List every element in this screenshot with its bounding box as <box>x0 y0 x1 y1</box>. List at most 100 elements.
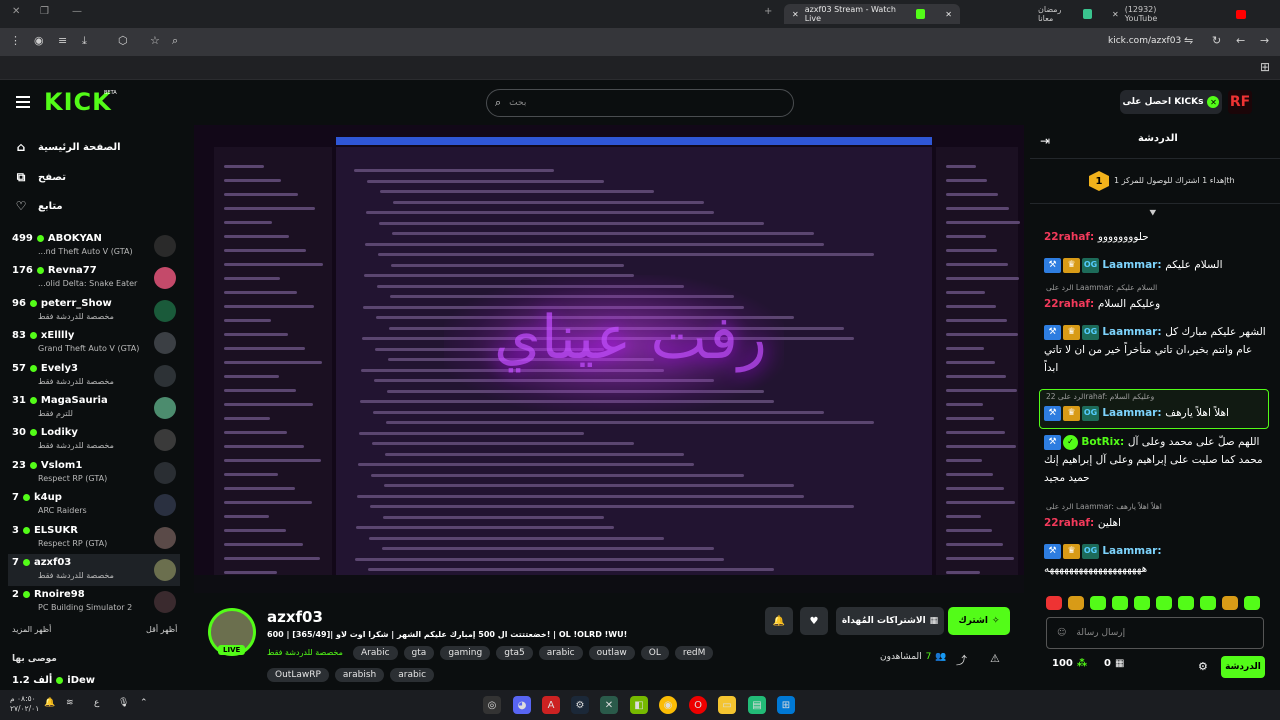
kick-logo[interactable]: KICK <box>44 88 112 116</box>
emote-icon[interactable] <box>1134 596 1150 610</box>
extensions-icon[interactable]: ⬡ <box>118 34 128 47</box>
chat-message-input[interactable]: ☺ إرسال رسالة <box>1046 617 1264 649</box>
stream-tag[interactable]: outlaw <box>588 646 635 660</box>
stream-tag[interactable]: redM <box>674 646 714 660</box>
apps-grid-icon[interactable]: ⊞ <box>1260 60 1270 74</box>
emote-icon[interactable] <box>1046 596 1062 610</box>
recommended-channel[interactable]: 1.2 ألف iDew <box>12 675 95 686</box>
stream-category[interactable]: مخصصة للدردشة فقط <box>267 648 343 657</box>
emote-icon[interactable] <box>1112 596 1128 610</box>
tab-kick[interactable]: ✕ azxf03 Stream - Watch Live ✕ <box>784 4 960 24</box>
nav-browse[interactable]: ⧉ تصفح <box>14 170 66 185</box>
collapse-chat-icon[interactable]: ⇥ <box>1040 134 1050 148</box>
new-tab-icon[interactable]: + <box>764 6 772 17</box>
wifi-icon[interactable]: ≋ <box>66 698 74 708</box>
sidebar-channel[interactable]: 23 Vslom1 Respect RP (GTA) <box>8 457 180 489</box>
tray-overflow-icon[interactable]: ⌃ <box>140 698 148 708</box>
sidebar-channel[interactable]: 3 ELSUKR Respect RP (GTA) <box>8 522 180 554</box>
share-icon[interactable]: ⤴ <box>956 652 967 668</box>
mic-icon[interactable]: 🎙 <box>118 698 129 708</box>
sidebar-channel[interactable]: 57 Evely3 مخصصة للدردشة فقط <box>8 360 180 392</box>
sidebar-channel[interactable]: 499 ABOKYAN ...nd Theft Auto V (GTA) <box>8 230 180 262</box>
tab-youtube[interactable]: ✕ (12932) YouTube <box>1104 4 1254 24</box>
stream-tag[interactable]: arabic <box>390 668 435 682</box>
app-icon[interactable]: ▤ <box>748 696 766 714</box>
chrome-icon[interactable]: ◉ <box>659 696 677 714</box>
sidebar-channel[interactable]: 83 xElllly Grand Theft Auto V (GTA) <box>8 327 180 359</box>
gift-subs-button[interactable]: الاشتراكات المُهداة ▦ <box>836 607 944 635</box>
zoom-icon[interactable]: ⌕ <box>172 34 178 48</box>
app-icon[interactable]: ✕ <box>600 696 618 714</box>
emote-icon[interactable] <box>1156 596 1172 610</box>
chat-send-button[interactable]: الدردشة <box>1221 656 1265 678</box>
subscribe-button[interactable]: اشترك ✧ <box>948 607 1010 635</box>
emote-icon[interactable] <box>1178 596 1194 610</box>
nvidia-icon[interactable]: ◧ <box>630 696 648 714</box>
reading-list-icon[interactable]: ≡ <box>58 34 67 47</box>
site-settings-icon[interactable]: ⇋ <box>1184 34 1193 47</box>
restore-window-icon[interactable]: ❐ <box>40 6 49 17</box>
reload-icon[interactable]: ↻ <box>1212 34 1221 47</box>
emote-icon[interactable] <box>1068 596 1084 610</box>
stream-tag[interactable]: arabic <box>538 646 583 660</box>
pinned-toggle-icon[interactable]: ⯆ <box>1148 206 1158 221</box>
app-icon[interactable]: ◎ <box>483 696 501 714</box>
discord-icon[interactable]: ◕ <box>513 696 531 714</box>
notification-icon[interactable]: 🔔 <box>44 698 55 708</box>
tab-ramadan[interactable]: رمضان معانا <box>1030 4 1100 24</box>
emote-icon[interactable] <box>1222 596 1238 610</box>
bookmark-star-icon[interactable]: ☆ <box>150 34 160 47</box>
stream-tag[interactable]: arabish <box>334 668 385 682</box>
emote-icon[interactable] <box>1200 596 1216 610</box>
app-icon[interactable]: A <box>542 696 560 714</box>
gift-count[interactable]: 0 ▦ <box>1104 658 1124 669</box>
windows-start-icon[interactable]: ⊞ <box>777 696 795 714</box>
sidebar-channel[interactable]: 7 azxf03 مخصصة للدردشة فقط <box>8 554 180 586</box>
stream-tag[interactable]: gaming <box>440 646 491 660</box>
hamburger-menu-icon[interactable] <box>16 96 30 108</box>
show-more-link[interactable]: أظهر المزيد <box>12 625 51 634</box>
language-indicator[interactable]: ع <box>94 698 99 708</box>
channel-points[interactable]: 100 ⁂ <box>1052 658 1087 669</box>
emoji-picker-icon[interactable]: ☺ <box>1057 628 1066 638</box>
opera-icon[interactable]: O <box>689 696 707 714</box>
download-icon[interactable]: ⤓ <box>82 34 87 48</box>
get-kicks-button[interactable]: احصل على KICKs ✕ <box>1120 90 1222 114</box>
search-input[interactable]: ⌕ بحث <box>486 89 794 117</box>
menu-dots-icon[interactable]: ⋮ <box>10 34 21 47</box>
stream-tag[interactable]: gta <box>403 646 435 660</box>
stream-tag[interactable]: gta5 <box>496 646 533 660</box>
emote-icon[interactable] <box>1090 596 1106 610</box>
url-text[interactable]: kick.com/azxf03 <box>1108 36 1181 46</box>
steam-icon[interactable]: ⚙ <box>571 696 589 714</box>
close-tab-icon[interactable]: ✕ <box>1112 10 1119 19</box>
follow-button[interactable]: ♥ <box>800 607 828 635</box>
back-icon[interactable]: ← <box>1236 34 1245 47</box>
close-tab-icon[interactable]: ✕ <box>945 10 952 19</box>
close-tab-icon[interactable]: ✕ <box>792 10 799 19</box>
sidebar-channel[interactable]: 30 Lodiky مخصصة للدردشة فقط <box>8 424 180 456</box>
streamer-name[interactable]: azxf03 <box>267 608 323 626</box>
stream-tag[interactable]: Arabic <box>353 646 398 660</box>
show-less-link[interactable]: أظهر أقل <box>146 625 177 634</box>
file-explorer-icon[interactable]: ▭ <box>718 696 736 714</box>
minimize-window-icon[interactable]: — <box>72 6 82 17</box>
video-player[interactable]: رفت عيناي <box>194 125 1024 593</box>
notifications-button[interactable]: 🔔 <box>765 607 793 635</box>
stream-tag[interactable]: OL <box>640 646 669 660</box>
close-window-icon[interactable]: ✕ <box>12 6 20 17</box>
nav-following[interactable]: ♡ متابع <box>14 199 63 213</box>
sidebar-channel[interactable]: 176 Revna77 ...olid Delta: Snake Eater <box>8 262 180 294</box>
sidebar-channel[interactable]: 96 peterr_Show مخصصة للدردشة فقط <box>8 295 180 327</box>
report-icon[interactable]: ⚠ <box>990 652 1000 665</box>
profile-icon[interactable]: ◉ <box>34 34 44 47</box>
sidebar-channel[interactable]: 31 MagaSauria للترم فقط <box>8 392 180 424</box>
sidebar-channel[interactable]: 2 Rnoire98 PC Building Simulator 2 <box>8 586 180 618</box>
user-avatar[interactable]: RF <box>1228 90 1252 114</box>
stream-tag[interactable]: OutLawRP <box>267 668 329 682</box>
forward-icon[interactable]: → <box>1260 34 1269 47</box>
nav-home[interactable]: ⌂ الصفحة الرئيسية <box>14 140 121 154</box>
sidebar-channel[interactable]: 7 k4up ARC Raiders <box>8 489 180 521</box>
emote-icon[interactable] <box>1244 596 1260 610</box>
chat-settings-icon[interactable]: ⚙ <box>1198 660 1208 673</box>
